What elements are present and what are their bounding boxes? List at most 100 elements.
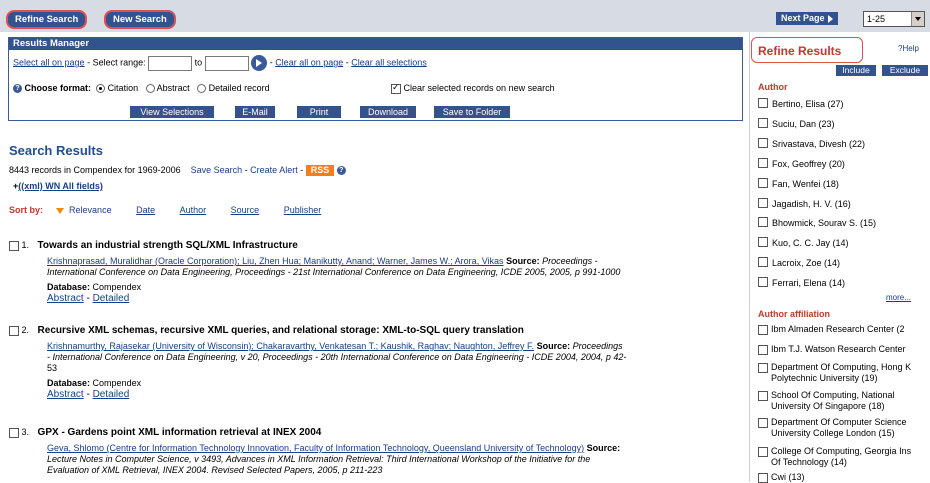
next-page-label: Next Page — [781, 13, 825, 23]
detailed-link[interactable]: Detailed — [93, 293, 130, 304]
clear-all-on-page-link[interactable]: Clear all on page — [275, 57, 343, 67]
exclude-button[interactable]: Exclude — [882, 65, 928, 76]
result-links: Abstract - Detailed — [47, 389, 130, 400]
affiliation-facet-checkbox[interactable] — [758, 345, 768, 355]
affiliation-facet-item[interactable]: School Of Computing, National University … — [758, 390, 895, 412]
sort-source[interactable]: Source — [231, 205, 260, 215]
author-facet-item[interactable]: Suciu, Dan (23) — [758, 118, 835, 130]
download-button[interactable]: Download — [360, 106, 416, 118]
abstract-link[interactable]: Abstract — [47, 293, 84, 304]
abstract-link[interactable]: Abstract — [47, 389, 84, 400]
author-facet-checkbox[interactable] — [758, 198, 768, 208]
affiliation-facet-checkbox[interactable] — [758, 325, 768, 335]
author-facet-checkbox[interactable] — [758, 217, 768, 227]
result-title[interactable]: Recursive XML schemas, recursive XML que… — [38, 325, 524, 336]
result-authors[interactable]: Krishnaprasad, Muralidhar (Oracle Corpor… — [47, 256, 504, 266]
new-search-button[interactable]: New Search — [104, 10, 176, 29]
select-all-on-page-link[interactable]: Select all on page — [13, 57, 85, 67]
author-facet-item[interactable]: Srivastava, Divesh (22) — [758, 138, 865, 150]
email-button[interactable]: E-Mail — [235, 106, 275, 118]
refine-results-title: Refine Results — [751, 37, 863, 63]
result-authors[interactable]: Krishnamurthy, Rajasekar (University of … — [47, 341, 534, 351]
abstract-radio[interactable] — [145, 84, 155, 94]
affiliation-facet-item[interactable]: Department Of Computing, Hong K Polytechn… — [758, 362, 911, 384]
more-link[interactable]: more... — [886, 293, 911, 302]
print-button[interactable]: Print — [297, 106, 341, 118]
refine-search-button[interactable]: Refine Search — [6, 10, 88, 29]
sort-publisher[interactable]: Publisher — [284, 205, 322, 215]
detailed-record-label: Detailed record — [208, 83, 270, 93]
affiliation-facet-checkbox[interactable] — [758, 418, 768, 428]
author-facet-label: Jagadish, H. V. (16) — [772, 199, 851, 209]
author-facet-item[interactable]: Lacroix, Zoe (14) — [758, 257, 840, 269]
author-facet-item[interactable]: Kuo, C. C. Jay (14) — [758, 237, 849, 249]
author-facet-checkbox[interactable] — [758, 118, 768, 128]
view-selections-button[interactable]: View Selections — [130, 106, 214, 118]
source-text: Proceedings - — [542, 256, 598, 266]
help-link[interactable]: ?Help — [898, 44, 919, 53]
page-range-select[interactable]: 1-25 — [863, 11, 925, 27]
author-facet-item[interactable]: Jagadish, H. V. (16) — [758, 198, 851, 210]
query-link[interactable]: ((xml) WN All fields) — [18, 181, 103, 191]
affiliation-facet-line: Of Technology (14) — [771, 457, 847, 467]
sort-relevance[interactable]: Relevance — [69, 205, 112, 215]
author-facet-label: Lacroix, Zoe (14) — [772, 258, 841, 268]
detailed-link[interactable]: Detailed — [93, 389, 130, 400]
result-title[interactable]: Towards an industrial strength SQL/XML I… — [38, 240, 298, 251]
author-facet-checkbox[interactable] — [758, 138, 768, 148]
affiliation-facet-checkbox[interactable] — [758, 391, 768, 401]
results-summary: 8443 records in Compendex for 1969-2006 — [9, 165, 181, 175]
affiliation-facet-item[interactable]: Ibm T.J. Watson Research Center — [758, 344, 906, 355]
result-checkbox[interactable] — [9, 427, 19, 438]
author-facet-item[interactable]: Bhowmick, Sourav S. (15) — [758, 217, 876, 229]
detailed-record-radio[interactable] — [197, 84, 207, 94]
author-facet-label: Fan, Wenfei (18) — [772, 179, 839, 189]
result-checkbox[interactable] — [9, 325, 19, 336]
sort-arrow-icon — [55, 207, 64, 214]
sort-date[interactable]: Date — [136, 205, 155, 215]
result-authors[interactable]: Geva, Shlomo (Centre for Information Tec… — [47, 443, 584, 453]
include-button[interactable]: Include — [836, 65, 876, 76]
go-icon[interactable] — [251, 55, 268, 71]
range-to-input[interactable] — [204, 55, 249, 71]
author-facet-checkbox[interactable] — [758, 237, 768, 247]
author-facet-item[interactable]: Ferrari, Elena (14) — [758, 277, 845, 289]
author-facet-checkbox[interactable] — [758, 277, 768, 287]
result-title[interactable]: GPX - Gardens point XML information retr… — [38, 427, 322, 438]
author-facet-checkbox[interactable] — [758, 98, 768, 108]
affiliation-facet-item[interactable]: Ibm Almaden Research Center (2 — [758, 324, 905, 335]
affiliation-facet-item[interactable]: Cwi (13) — [758, 472, 805, 483]
clear-selected-checkbox[interactable] — [391, 82, 401, 94]
author-facet-checkbox[interactable] — [758, 257, 768, 267]
result-item: 3. GPX - Gardens point XML information r… — [9, 427, 739, 476]
clear-all-selections-link[interactable]: Clear all selections — [351, 57, 427, 67]
sort-author[interactable]: Author — [180, 205, 207, 215]
next-page-button[interactable]: Next Page — [776, 12, 838, 25]
affiliation-facet-item[interactable]: College Of Computing, Georgia Ins Of Tech… — [758, 446, 911, 468]
result-checkbox[interactable] — [9, 240, 19, 251]
save-search-link[interactable]: Save Search — [191, 165, 243, 175]
author-facet-label: Fox, Geoffrey (20) — [772, 159, 845, 169]
help-icon[interactable]: ? — [13, 84, 22, 94]
author-facet-checkbox[interactable] — [758, 178, 768, 188]
affiliation-facet-text: Ibm T.J. Watson Research Center — [771, 344, 906, 355]
create-alert-link[interactable]: Create Alert — [250, 165, 298, 175]
author-facet-item[interactable]: Fox, Geoffrey (20) — [758, 158, 845, 170]
affiliation-facet-checkbox[interactable] — [758, 447, 768, 457]
affiliation-facet-item[interactable]: Department Of Computer Science University… — [758, 417, 907, 439]
rss-button[interactable]: RSS — [305, 165, 335, 176]
help-icon[interactable]: ? — [336, 166, 346, 176]
chevron-down-icon[interactable] — [911, 12, 924, 26]
result-body: Geva, Shlomo (Centre for Information Tec… — [47, 443, 739, 476]
author-facet-checkbox[interactable] — [758, 158, 768, 168]
affiliation-facet-checkbox[interactable] — [758, 363, 768, 373]
result-body: Krishnamurthy, Rajasekar (University of … — [47, 341, 739, 400]
format-row: ? Choose format: Citation Abstract Detai… — [13, 83, 270, 94]
range-from-input[interactable] — [148, 55, 193, 71]
sort-by-label: Sort by: — [9, 205, 44, 215]
sort-row: Sort by: Relevance Date Author Source Pu… — [9, 205, 321, 215]
citation-radio[interactable] — [96, 84, 106, 94]
author-facet-item[interactable]: Fan, Wenfei (18) — [758, 178, 839, 190]
save-to-folder-button[interactable]: Save to Folder — [434, 106, 510, 118]
author-facet-item[interactable]: Bertino, Elisa (27) — [758, 98, 844, 110]
